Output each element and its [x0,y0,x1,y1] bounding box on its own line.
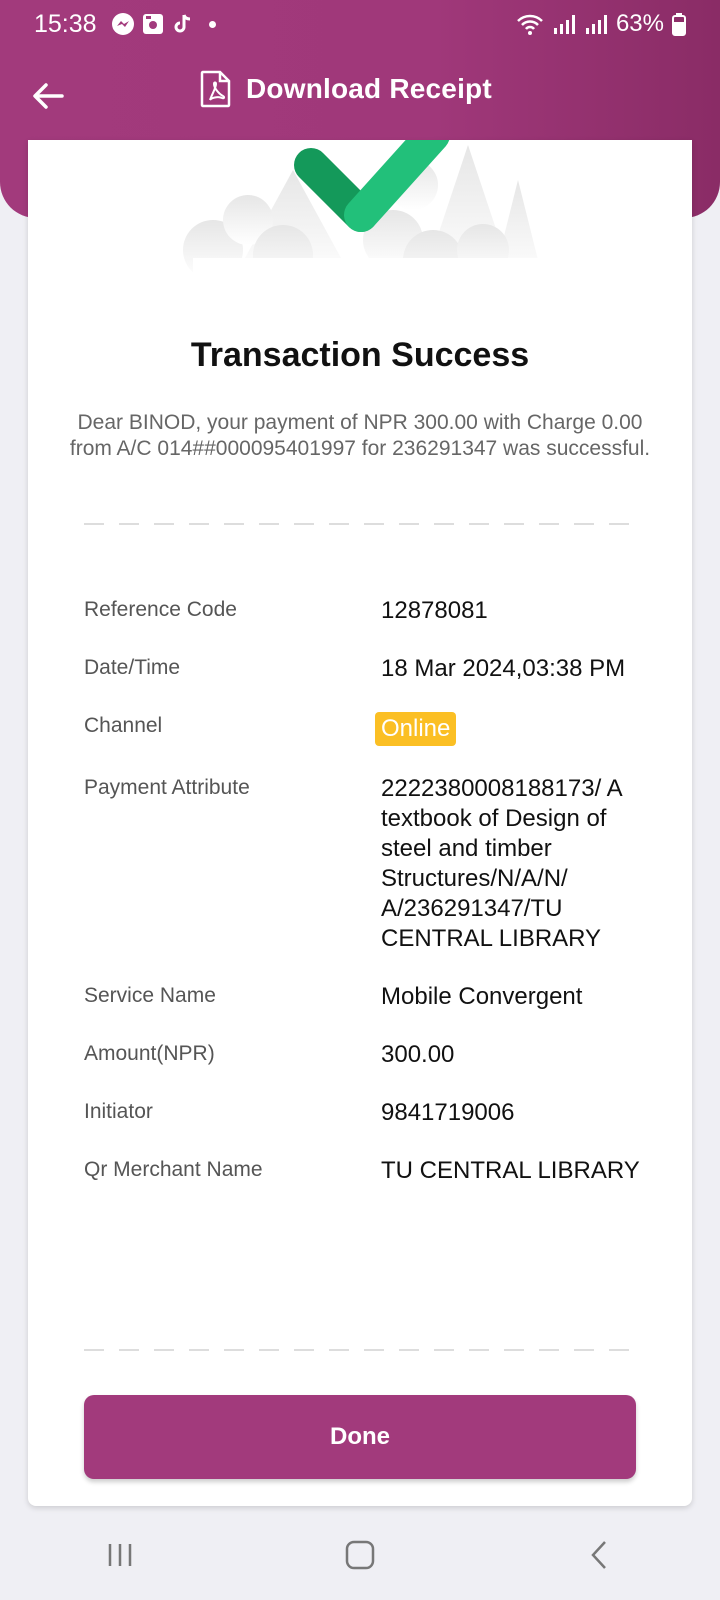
recent-apps-button[interactable] [90,1530,150,1580]
back-arrow-icon[interactable] [30,78,66,114]
gallery-icon [142,14,163,34]
page-title: Download Receipt [246,73,492,104]
detail-row-date-time: Date/Time 18 Mar 2024,03:38 PM [84,654,644,684]
detail-row-channel: Channel Online [84,712,644,746]
messenger-icon [111,13,134,35]
wifi-icon [517,14,543,35]
notification-dot-icon [208,20,216,28]
app-bar: Download Receipt [0,48,720,138]
detail-label: Service Name [84,984,216,1007]
detail-label: Qr Merchant Name [84,1158,263,1181]
signal-icon-2 [585,15,607,34]
success-message: Dear BINOD, your payment of NPR 300.00 w… [69,411,651,460]
detail-row-amount: Amount(NPR) 300.00 [84,1040,644,1070]
detail-row-reference-code: Reference Code 12878081 [84,596,644,626]
status-bar: 15:38 63% [0,0,720,48]
system-nav-bar [0,1510,720,1600]
recent-apps-icon [108,1544,132,1566]
battery-percent: 63% [615,10,664,37]
detail-label: Channel [84,714,163,737]
success-illustration [183,140,553,300]
detail-row-service-name: Service Name Mobile Convergent [84,982,644,1012]
detail-value: TU CENTRAL LIBRARY [381,1157,640,1184]
detail-label: Reference Code [84,598,237,621]
tiktok-icon [174,14,190,33]
detail-row-payment-attribute: Payment Attribute 2222380008188173/ A te… [84,774,644,954]
detail-label: Date/Time [84,656,181,679]
signal-icon [553,15,575,34]
detail-value: 300.00 [381,1041,455,1068]
divider-bottom [84,1349,644,1351]
detail-value: 2222380008188173/ A textbook of Design o… [381,775,622,952]
divider-top [84,523,644,525]
channel-badge: Online [375,712,457,746]
detail-value: Mobile Convergent [381,983,583,1010]
status-time: 15:38 [34,9,97,38]
detail-label: Amount(NPR) [84,1042,215,1065]
detail-row-qr-merchant-name: Qr Merchant Name TU CENTRAL LIBRARY [84,1156,644,1186]
pdf-file-icon [200,70,231,108]
transaction-details: Reference Code 12878081 Date/Time 18 Mar… [84,596,644,1214]
battery-icon [672,13,686,36]
receipt-card: Transaction Success Dear BINOD, your pay… [28,140,692,1506]
detail-label: Payment Attribute [84,776,250,799]
home-icon [345,1540,375,1570]
detail-label: Initiator [84,1100,153,1123]
system-back-button[interactable] [570,1530,630,1580]
detail-value: 12878081 [381,597,488,624]
detail-value: 18 Mar 2024,03:38 PM [381,655,626,682]
chevron-left-icon [591,1541,606,1569]
done-button[interactable]: Done [84,1395,636,1479]
home-button[interactable] [330,1530,390,1580]
detail-value: 9841719006 [381,1099,515,1126]
success-title: Transaction Success [190,336,530,374]
detail-row-initiator: Initiator 9841719006 [84,1098,644,1128]
